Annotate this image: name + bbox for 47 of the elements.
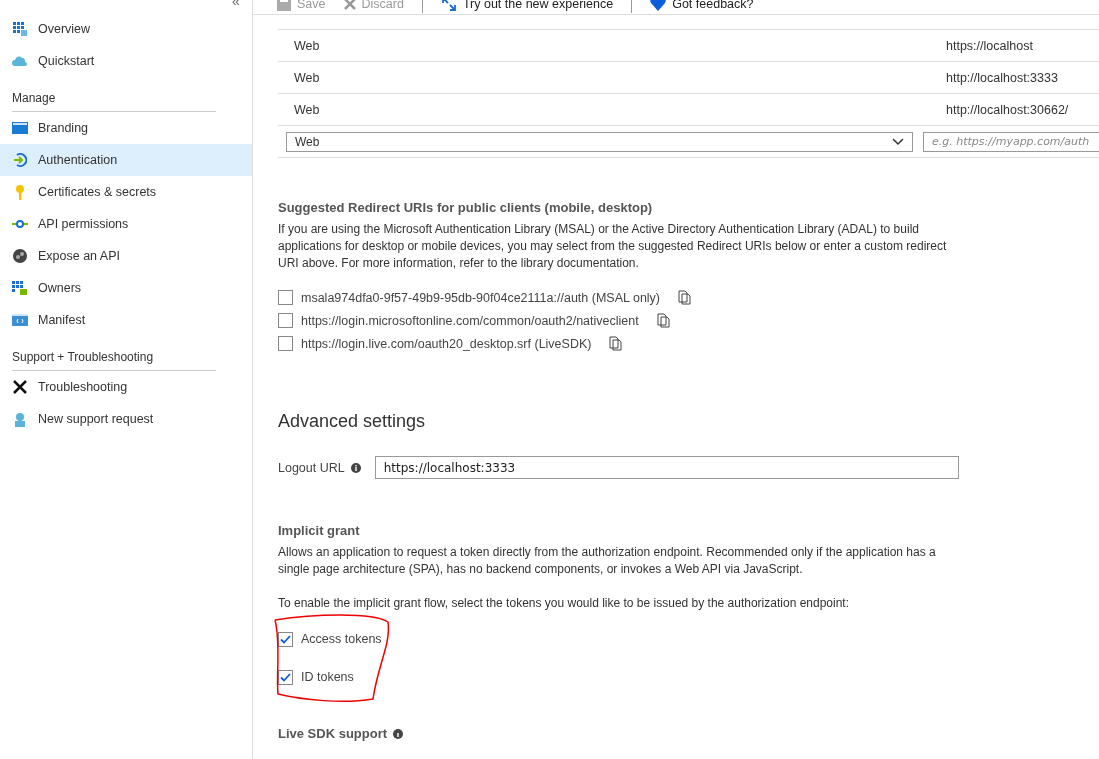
- sidebar-item[interactable]: Manifest: [0, 304, 252, 336]
- sidebar-item-label: Certificates & secrets: [38, 185, 157, 199]
- field-label: Logout URL: [278, 460, 345, 475]
- sidebar-item[interactable]: Overview: [0, 13, 252, 45]
- table-cell-text: http://localhost:30662/: [945, 102, 1069, 117]
- description-text: Allows an application to request a token directly from the authorization endpoint. Recommended only if the application has a single page architecture (SPA), has no backend components, or invokes a Web API via JavaScript.: [278, 544, 937, 578]
- collapse-button[interactable]: «: [232, 0, 240, 9]
- sidebar-item[interactable]: New support request: [0, 403, 252, 435]
- logout-url-field[interactable]: https://localhost:3333: [374, 456, 959, 479]
- description-text: If you are using the Microsoft Authentication Library (MSAL) or the Active Directory Authentication Library (ADAL) to build applications for desktop or mobile devices, you may select from the suggested Redirect URIs below or enter a custom redirect URI above. For more information, refer to the library documentation.: [278, 221, 948, 272]
- sidebar-item[interactable]: API permissions: [0, 208, 252, 240]
- sidebar-item-label: Expose an API: [38, 249, 120, 263]
- table-cell-text: Web: [293, 38, 321, 53]
- sidebar-item-label: Quickstart: [38, 54, 95, 68]
- sidebar-item[interactable]: Expose an API: [0, 240, 252, 272]
- checkbox-label: ID tokens: [301, 670, 354, 684]
- sidebar-item-label: Overview: [38, 22, 91, 36]
- checkbox-label: msala974dfa0-9f57-49b9-95db-90f04ce2111a://auth (MSAL only): [301, 290, 661, 305]
- section-heading: Manage: [12, 91, 216, 112]
- type-dropdown[interactable]: Web: [286, 131, 913, 152]
- section-title: Advanced settings: [278, 411, 427, 432]
- sidebar-item[interactable]: Certificates & secrets: [0, 176, 252, 208]
- redirect-uri-field[interactable]: e.g. https://myapp.com/auth: [923, 131, 1099, 152]
- sidebar-item[interactable]: Troubleshooting: [0, 371, 252, 403]
- section-heading: Live SDK support: [278, 726, 388, 741]
- section-heading: Support + Troubleshooting: [12, 350, 216, 371]
- checkbox-label: Access tokens: [301, 632, 382, 646]
- checkbox-label: https://login.microsoftonline.com/common/oauth2/nativeclient: [301, 313, 639, 328]
- checkbox-label: https://login.live.com/oauth20_desktop.srf (LiveSDK): [301, 336, 592, 351]
- table-cell-text: Web: [293, 70, 321, 85]
- sidebar-item[interactable]: Quickstart: [0, 45, 252, 77]
- table-cell-text: http://localhost:3333: [945, 70, 1058, 85]
- sidebar-item-label: Owners: [38, 281, 82, 295]
- sidebar-item-label: New support request: [38, 412, 154, 426]
- sidebar-item-label: Authentication: [38, 153, 118, 167]
- sidebar-item-label: Branding: [38, 121, 89, 135]
- table-cell-text: Web: [293, 102, 321, 117]
- sidebar-item-label: API permissions: [38, 217, 129, 231]
- table-cell-text: https://localhost: [945, 38, 1033, 53]
- sidebar-item[interactable]: Authentication: [0, 144, 252, 176]
- sidebar-item[interactable]: Branding: [0, 112, 252, 144]
- sidebar-item-label: Manifest: [38, 313, 86, 327]
- sidebar-item-label: Troubleshooting: [38, 380, 128, 394]
- section-heading: Suggested Redirect URIs for public clients (mobile, desktop): [278, 200, 654, 215]
- instruction-text: To enable the implicit grant flow, select the tokens you would like to be issued by the authorization endpoint:: [278, 595, 850, 612]
- sidebar-item[interactable]: Owners: [0, 272, 252, 304]
- section-heading: Implicit grant: [278, 523, 361, 538]
